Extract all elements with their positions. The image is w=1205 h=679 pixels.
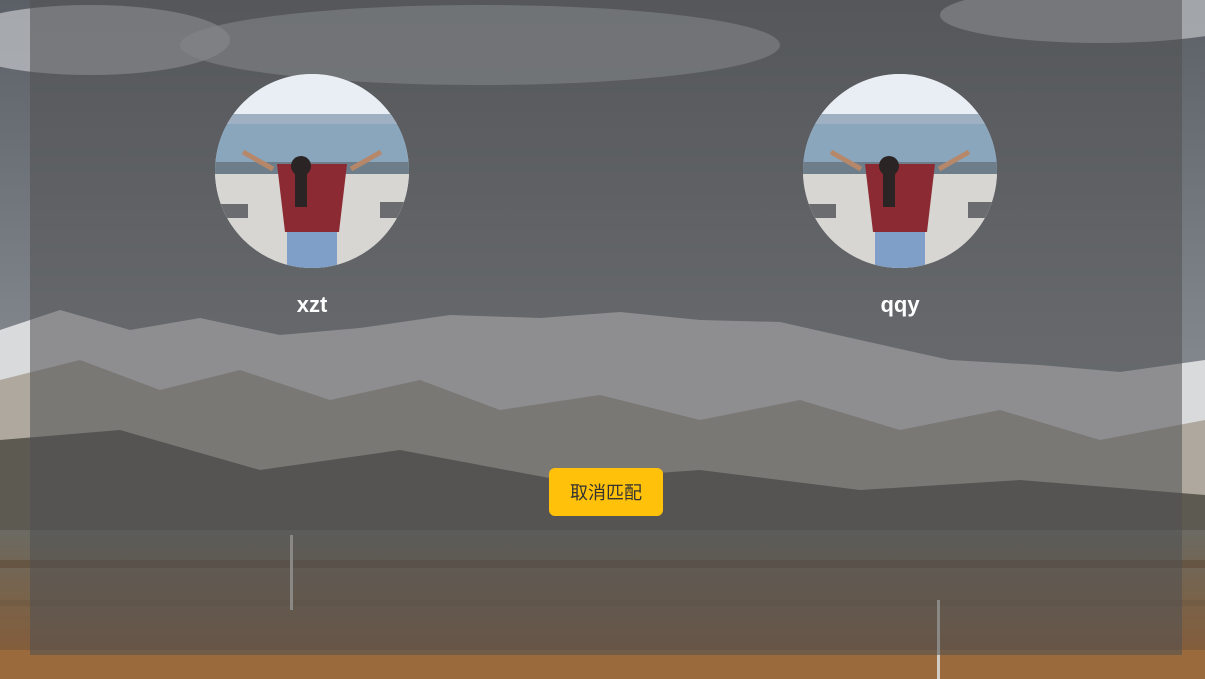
avatar <box>803 74 997 268</box>
player-card-right: qqy <box>803 74 997 318</box>
avatar-photo <box>215 74 409 268</box>
cancel-match-button[interactable]: 取消匹配 <box>549 468 663 516</box>
player-name: xzt <box>296 292 328 317</box>
match-overlay-panel <box>30 0 1182 655</box>
avatar-photo <box>803 74 997 268</box>
avatar <box>215 74 409 268</box>
player-card-left: xzt <box>215 74 409 318</box>
player-name: qqy <box>880 292 920 317</box>
